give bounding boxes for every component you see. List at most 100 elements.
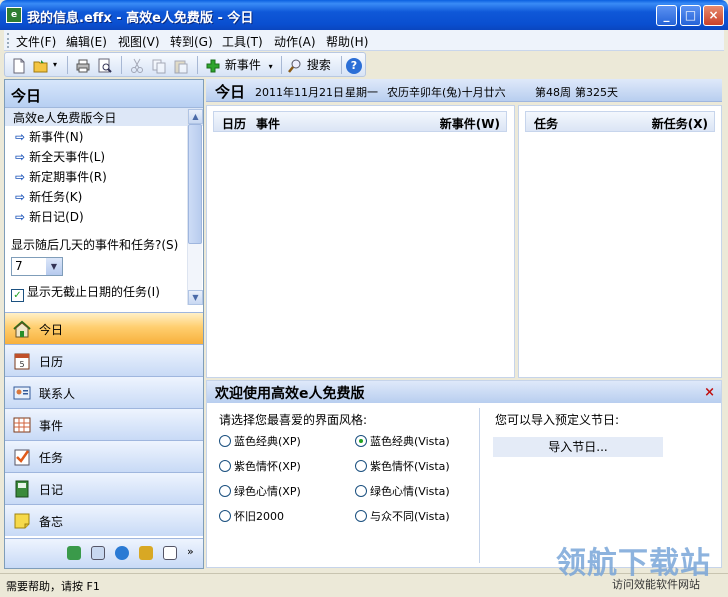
radio-label: 蓝色经典(XP) xyxy=(234,435,301,448)
show-no-due-row[interactable]: ✓ 显示无截止日期的任务(I) xyxy=(5,279,203,306)
radio-label: 绿色心情(Vista) xyxy=(370,485,450,498)
menu-goto[interactable]: 转到(G) xyxy=(170,33,213,50)
new-task-link[interactable]: 新任务(X) xyxy=(652,115,708,132)
minimize-button[interactable]: _ xyxy=(656,5,677,26)
window-title: 我的信息.effx - 高效e人免费版 - 今日 xyxy=(27,11,254,26)
cut-icon[interactable] xyxy=(129,56,145,74)
nav-label: 日历 xyxy=(39,355,64,369)
print-icon[interactable] xyxy=(75,56,91,74)
quick-new-journal[interactable]: ⇨ 新日记(D) xyxy=(5,206,203,226)
nav-journal[interactable]: 日记 xyxy=(5,472,203,504)
quick-item-label: 新任务(K) xyxy=(29,190,83,204)
clipboard-icon[interactable] xyxy=(163,546,177,560)
calendar-events-pane[interactable]: 日历 事件 新事件(W) xyxy=(206,105,515,378)
nav-label: 任务 xyxy=(39,451,64,465)
help-button[interactable]: ? xyxy=(346,56,362,74)
search-button[interactable]: 搜索 xyxy=(287,56,331,74)
nav-calendar[interactable]: 5 日历 xyxy=(5,344,203,376)
svg-text:5: 5 xyxy=(19,360,24,369)
nav-tasks[interactable]: 任务 xyxy=(5,440,203,472)
sync-icon[interactable] xyxy=(67,546,81,560)
toolbar: ▾ 新事件 ▾ 搜索 ? xyxy=(4,52,366,77)
globe-icon[interactable] xyxy=(115,546,129,560)
days-select-value: 7 xyxy=(15,259,23,273)
style-radio-purple-xp[interactable]: 紫色情怀(XP) xyxy=(219,458,301,474)
chevron-down-icon[interactable]: ▼ xyxy=(46,258,62,275)
style-radio-unique-vista[interactable]: 与众不同(Vista) xyxy=(355,508,450,524)
menu-edit[interactable]: 编辑(E) xyxy=(66,33,107,50)
left-scrollbar[interactable]: ▲ ▼ xyxy=(187,109,203,305)
radio-label: 与众不同(Vista) xyxy=(370,510,450,523)
radio-circle-selected[interactable] xyxy=(355,435,367,447)
copy-icon[interactable] xyxy=(151,56,167,74)
new-event-dropdown-icon[interactable]: ▾ xyxy=(269,62,273,71)
nav-events[interactable]: 事件 xyxy=(5,408,203,440)
scroll-up-icon[interactable]: ▲ xyxy=(188,109,203,124)
quick-new-task[interactable]: ⇨ 新任务(K) xyxy=(5,186,203,206)
search-icon[interactable] xyxy=(91,546,105,560)
open-folder-icon[interactable] xyxy=(33,56,49,74)
radio-label: 紫色情怀(Vista) xyxy=(370,460,450,473)
menu-help[interactable]: 帮助(H) xyxy=(326,33,368,50)
quick-new-recurring-event[interactable]: ⇨ 新定期事件(R) xyxy=(5,166,203,186)
quick-new-event[interactable]: ⇨ 新事件(N) xyxy=(5,126,203,146)
radio-circle[interactable] xyxy=(355,510,367,522)
open-dropdown-icon[interactable]: ▾ xyxy=(53,56,57,74)
left-panel: 今日 高效e人免费版今日 ⇨ 新事件(N) ⇨ 新全天事件(L) ⇨ 新定期事件(R)… xyxy=(4,79,204,569)
days-select[interactable]: 7 ▼ xyxy=(11,257,63,276)
event-column-label: 事件 xyxy=(256,117,281,131)
title-bar[interactable]: e 我的信息.effx - 高效e人免费版 - 今日 _ □ × xyxy=(0,0,728,30)
today-subheader: 高效e人免费版今日 xyxy=(5,108,203,126)
menu-file[interactable]: 文件(F) xyxy=(16,33,56,50)
radio-label: 怀旧2000 xyxy=(234,510,284,523)
nav-contacts[interactable]: 联系人 xyxy=(5,376,203,408)
key-icon[interactable] xyxy=(139,546,153,560)
quick-item-label: 新日记(D) xyxy=(29,210,84,224)
radio-circle[interactable] xyxy=(219,510,231,522)
menu-actions[interactable]: 动作(A) xyxy=(274,33,316,50)
search-label: 搜索 xyxy=(306,58,331,72)
radio-circle[interactable] xyxy=(355,485,367,497)
nav-notes[interactable]: 备忘 xyxy=(5,504,203,536)
nav-today[interactable]: 今日 xyxy=(5,312,203,344)
quick-item-label: 新全天事件(L) xyxy=(29,150,106,164)
nav-label: 事件 xyxy=(39,419,64,433)
more-chevron-icon[interactable]: » xyxy=(187,545,194,558)
nav-label: 联系人 xyxy=(39,387,76,401)
help-icon: ? xyxy=(346,58,362,74)
menu-tools[interactable]: 工具(T) xyxy=(222,33,263,50)
import-holidays-button[interactable]: 导入节日... xyxy=(493,437,663,457)
new-event-link[interactable]: 新事件(W) xyxy=(440,115,500,132)
show-no-due-checkbox[interactable]: ✓ xyxy=(11,289,24,302)
today-weekday: 星期一 xyxy=(345,86,378,99)
new-file-icon[interactable] xyxy=(11,56,27,74)
radio-circle[interactable] xyxy=(219,485,231,497)
task-column-label: 任务 xyxy=(534,117,559,131)
watermark-subtext: 访问效能软件网站 xyxy=(612,578,700,591)
close-button[interactable]: × xyxy=(703,5,724,26)
print-preview-icon[interactable] xyxy=(97,56,113,74)
scroll-down-icon[interactable]: ▼ xyxy=(188,290,203,305)
quick-new-allday-event[interactable]: ⇨ 新全天事件(L) xyxy=(5,146,203,166)
menu-view[interactable]: 视图(V) xyxy=(118,33,160,50)
style-radio-blue-xp[interactable]: 蓝色经典(XP) xyxy=(219,433,301,449)
style-radio-green-xp[interactable]: 绿色心情(XP) xyxy=(219,483,301,499)
paste-icon[interactable] xyxy=(173,56,189,74)
maximize-button[interactable]: □ xyxy=(680,5,701,26)
toolbar-separator xyxy=(121,56,122,74)
style-radio-green-vista[interactable]: 绿色心情(Vista) xyxy=(355,483,450,499)
event-grid-icon xyxy=(13,417,31,433)
close-icon[interactable]: × xyxy=(704,385,715,400)
style-radio-classic-2000[interactable]: 怀旧2000 xyxy=(219,508,284,524)
new-event-button[interactable]: 新事件 ▾ xyxy=(205,56,273,74)
scroll-thumb[interactable] xyxy=(188,124,202,244)
style-radio-blue-vista[interactable]: 蓝色经典(Vista) xyxy=(355,433,450,449)
radio-circle[interactable] xyxy=(355,460,367,472)
quick-item-label: 新定期事件(R) xyxy=(29,170,107,184)
task-pane[interactable]: 任务 新任务(X) xyxy=(518,105,722,378)
left-panel-title: 今日 xyxy=(5,80,203,108)
radio-circle[interactable] xyxy=(219,460,231,472)
radio-circle[interactable] xyxy=(219,435,231,447)
style-radio-purple-vista[interactable]: 紫色情怀(Vista) xyxy=(355,458,450,474)
menu-bar: 文件(F) 编辑(E) 视图(V) 转到(G) 工具(T) 动作(A) 帮助(H… xyxy=(4,30,724,51)
